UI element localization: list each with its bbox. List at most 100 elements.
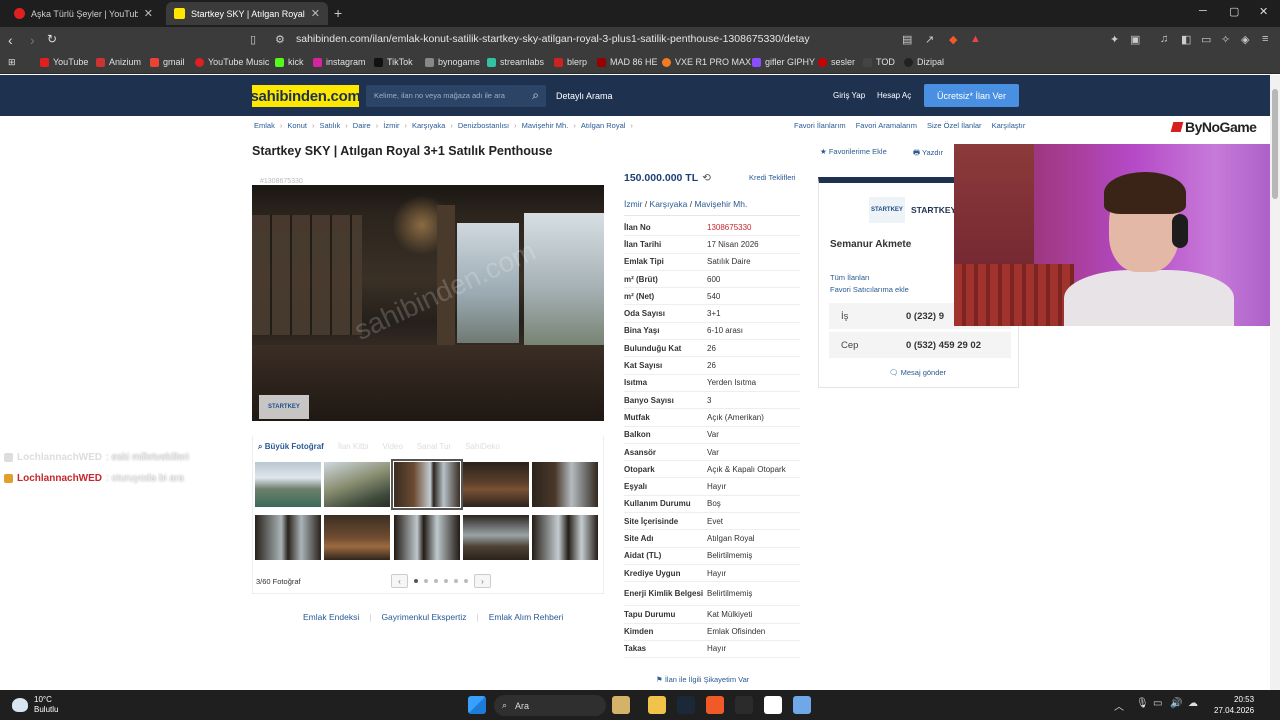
new-tab-button[interactable]: + bbox=[334, 5, 342, 21]
breadcrumb-item[interactable]: Atılgan Royal bbox=[581, 121, 626, 130]
maximize-icon[interactable]: ▢ bbox=[1229, 5, 1239, 18]
tray-chevron-icon[interactable]: ︿ bbox=[1114, 698, 1124, 713]
favorite-searches-link[interactable]: Favori Aramalarım bbox=[856, 121, 917, 130]
location-city[interactable]: İzmir bbox=[624, 199, 642, 209]
bookmark-dizipal[interactable]: Dizipal bbox=[904, 57, 944, 67]
brave-shield-icon[interactable]: ◆ bbox=[949, 33, 957, 46]
url-field[interactable]: sahibinden.com/ilan/emlak-konut-satilik-… bbox=[296, 33, 810, 45]
start-icon[interactable] bbox=[468, 696, 486, 714]
bookmark-sesler[interactable]: sesler bbox=[818, 57, 855, 67]
vpn-icon[interactable]: ◈ bbox=[1241, 33, 1249, 46]
tab-youtube-music[interactable]: Aşka Türlü Şeyler | YouTube Music ✕ bbox=[6, 2, 161, 25]
bookmark-tod[interactable]: TOD bbox=[863, 57, 895, 67]
next-page-button[interactable]: › bbox=[474, 574, 491, 588]
compare-link[interactable]: Karşılaştır bbox=[992, 121, 1026, 130]
breadcrumb-item[interactable]: Daire bbox=[353, 121, 371, 130]
send-message-link[interactable]: 🗨 Mesaj gönder bbox=[889, 368, 946, 377]
breadcrumb-item[interactable]: Denizbostanlısı bbox=[458, 121, 509, 130]
thumbnail-selected[interactable] bbox=[391, 459, 463, 510]
network-icon[interactable]: ▭ bbox=[1153, 698, 1162, 709]
thumbnail[interactable] bbox=[532, 515, 598, 560]
bookmark-vxe[interactable]: VXE R1 PRO MAX bbox=[662, 57, 751, 67]
site-search-input[interactable]: Kelime, ilan no veya mağaza adı ile ara … bbox=[366, 85, 546, 107]
bookmark-tiktok[interactable]: TikTok bbox=[374, 57, 413, 67]
brave-icon[interactable] bbox=[706, 696, 724, 714]
thumbnail[interactable] bbox=[463, 462, 529, 507]
site-info-icon[interactable]: ⚙ bbox=[275, 33, 285, 46]
mobile-phone[interactable]: Cep 0 (532) 459 29 02 bbox=[829, 332, 1011, 358]
back-icon[interactable]: ‹ bbox=[8, 32, 13, 48]
breadcrumb-item[interactable]: Konut bbox=[287, 121, 307, 130]
page-dot[interactable] bbox=[434, 579, 438, 583]
taskbar-search[interactable]: ⌕ Ara bbox=[494, 695, 606, 716]
tab-virtual-tour[interactable]: Sanal Tur bbox=[417, 442, 451, 452]
screenshot-icon[interactable]: ▣ bbox=[1130, 33, 1140, 46]
brave-rewards-icon[interactable]: ▲ bbox=[970, 33, 981, 45]
bookmark-blerp[interactable]: blerp bbox=[554, 57, 587, 67]
tab-sahibinden[interactable]: Startkey SKY | Atılgan Royal 3+1 ✕ bbox=[166, 2, 328, 25]
bookmark-streamlabs[interactable]: streamlabs bbox=[487, 57, 544, 67]
share-icon[interactable]: ↗ bbox=[925, 33, 934, 46]
bookmark-giphy[interactable]: gifler GIPHY bbox=[752, 57, 815, 67]
forward-icon[interactable]: › bbox=[30, 32, 35, 48]
breadcrumb-item[interactable]: Satılık bbox=[319, 121, 340, 130]
minimize-icon[interactable]: ─ bbox=[1199, 5, 1207, 17]
tab-listing-book[interactable]: İlan Kitbi bbox=[338, 442, 369, 452]
page-scrollbar[interactable] bbox=[1270, 75, 1280, 690]
file-explorer-icon[interactable] bbox=[648, 696, 666, 714]
bookmark-gmail[interactable]: gmail bbox=[150, 57, 185, 67]
close-tab-icon[interactable]: ✕ bbox=[144, 7, 153, 20]
thumbnail[interactable] bbox=[255, 515, 321, 560]
bookmark-page-icon[interactable]: ▯ bbox=[250, 33, 256, 46]
sidebar-icon[interactable]: ◧ bbox=[1181, 33, 1191, 46]
ekspertiz-link[interactable]: Gayrimenkul Ekspertiz bbox=[381, 612, 466, 622]
steam-icon[interactable] bbox=[677, 696, 695, 714]
tab-sahideko[interactable]: SahiDeko bbox=[465, 442, 500, 452]
page-dot[interactable] bbox=[424, 579, 428, 583]
mic-icon[interactable]: 🎙 bbox=[1136, 698, 1149, 709]
bookmark-mad86[interactable]: MAD 86 HE bbox=[597, 57, 658, 67]
epic-games-icon[interactable] bbox=[735, 696, 753, 714]
print-link[interactable]: 🖶 Yazdır bbox=[913, 147, 943, 160]
reload-icon[interactable]: ↻ bbox=[47, 32, 57, 46]
breadcrumb-item[interactable]: Mavişehir Mh. bbox=[522, 121, 569, 130]
alim-rehberi-link[interactable]: Emlak Alım Rehberi bbox=[489, 612, 564, 622]
tab-big-photo[interactable]: ⌕ Büyük Fotoğraf bbox=[258, 442, 324, 452]
store-logo[interactable]: STARTKEY bbox=[869, 197, 905, 223]
register-link[interactable]: Hesap Aç bbox=[877, 91, 911, 100]
bookmark-kick[interactable]: kick bbox=[275, 57, 304, 67]
prev-page-button[interactable]: ‹ bbox=[391, 574, 408, 588]
complaint-link[interactable]: ⚑ İlan ile İlgili Şikayetim Var bbox=[656, 675, 749, 684]
thumbnail[interactable] bbox=[324, 515, 390, 560]
store-name[interactable]: STARTKEY bbox=[911, 205, 956, 215]
breadcrumb-item[interactable]: Karşıyaka bbox=[412, 121, 445, 130]
app-icon[interactable] bbox=[793, 696, 811, 714]
bookmark-bynogame[interactable]: bynogame bbox=[425, 57, 480, 67]
volume-icon[interactable]: 🔊 bbox=[1170, 698, 1182, 709]
store-icon[interactable] bbox=[764, 696, 782, 714]
thumbnail[interactable] bbox=[324, 462, 390, 507]
music-icon[interactable]: ♫ bbox=[1160, 33, 1168, 45]
widget-icon[interactable] bbox=[612, 696, 630, 714]
thumbnail[interactable] bbox=[255, 462, 321, 507]
breadcrumb-item[interactable]: İzmir bbox=[383, 121, 399, 130]
menu-icon[interactable]: ≡ bbox=[1262, 33, 1268, 45]
favorite-seller-link[interactable]: Favori Satıcılarıma ekle bbox=[830, 285, 909, 294]
login-link[interactable]: Giriş Yap bbox=[833, 91, 865, 100]
clock[interactable]: 20:53 27.04.2026 bbox=[1214, 694, 1254, 716]
site-logo[interactable]: sahibinden.com bbox=[251, 85, 361, 107]
breadcrumb-item[interactable]: Emlak bbox=[254, 121, 275, 130]
thumbnail[interactable] bbox=[532, 462, 598, 507]
bookmark-youtube-music[interactable]: YouTube Music bbox=[195, 57, 269, 67]
bookmark-instagram[interactable]: instagram bbox=[313, 57, 366, 67]
add-favorite-link[interactable]: ★ Favorilerime Ekle bbox=[820, 147, 887, 156]
favorite-listings-link[interactable]: Favori İlanlarım bbox=[794, 121, 846, 130]
thumbnail[interactable] bbox=[394, 515, 460, 560]
leo-ai-icon[interactable]: ✧ bbox=[1221, 33, 1230, 46]
emlak-endeksi-link[interactable]: Emlak Endeksi bbox=[303, 612, 359, 622]
wallet-icon[interactable]: ▭ bbox=[1201, 33, 1211, 46]
reader-icon[interactable]: ▤ bbox=[902, 33, 912, 46]
weather-widget[interactable]: 10°C Bulutlu bbox=[12, 695, 58, 715]
main-photo[interactable]: sahibinden.com bbox=[252, 185, 604, 421]
advanced-search-link[interactable]: Detaylı Arama bbox=[556, 91, 613, 101]
